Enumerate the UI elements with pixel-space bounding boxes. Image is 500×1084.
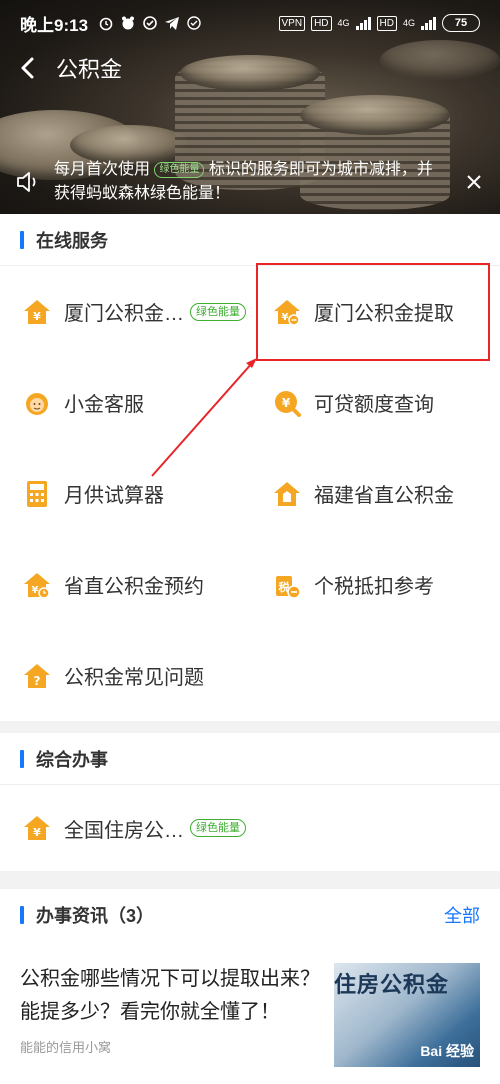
green-energy-badge: 绿色能量 (154, 162, 205, 178)
back-button[interactable] (0, 46, 56, 90)
news-section: 办事资讯（3） 全部 公积金哪些情况下可以提取出来？能提多少？看完你就全懂了！ … (0, 889, 500, 1084)
service-fujian-gjj[interactable]: 福建省直公积金 (250, 448, 500, 539)
check-circle-icon (143, 16, 157, 30)
page-title: 公积金 (56, 57, 123, 82)
service-faq[interactable]: ? 公积金常见问题 (0, 630, 250, 721)
svg-text:?: ? (34, 674, 41, 688)
notice-text: 每月首次使用 绿色能量 标识的服务即可为城市减排，并获得蚂蚁森林绿色能量！ (54, 161, 433, 202)
status-time: 晚上9:13 (20, 15, 89, 35)
close-icon (467, 175, 481, 189)
view-all-link[interactable]: 全部 (444, 902, 480, 928)
svg-text:¥: ¥ (282, 396, 291, 410)
battery-indicator: 75 (442, 14, 480, 32)
check-outline-icon (187, 16, 201, 30)
search-yen-icon: ¥ (275, 390, 301, 417)
service-loan-quota[interactable]: ¥ 可贷额度查询 (250, 357, 500, 448)
service-provincial-appointment[interactable]: ¥ 省直公积金预约 (0, 539, 250, 630)
section-title: 办事资讯（3） (36, 906, 155, 926)
news-title: 公积金哪些情况下可以提取出来？能提多少？看完你就全懂了！ (20, 968, 320, 1023)
network-type: 4G (337, 18, 350, 28)
notice-close-button[interactable] (448, 150, 500, 214)
watermark: Bai 经验 (420, 1043, 474, 1059)
news-item[interactable]: 公积金哪些情况下可以提取出来？能提多少？看完你就全懂了！ 能能的信用小窝 住房公… (0, 941, 500, 1067)
signal-icon (355, 16, 371, 30)
agent-avatar-icon (26, 392, 48, 415)
section-title: 在线服务 (36, 230, 108, 251)
calculator-icon (27, 480, 47, 507)
section-header: 综合办事 (0, 733, 500, 785)
alarm-icon (99, 17, 113, 31)
house-yen-icon: ¥ (24, 816, 50, 840)
house-yen-icon: ¥ (24, 299, 50, 324)
annotation-highlight-box (256, 263, 490, 361)
general-affairs-section: 综合办事 ¥ 全国住房公… 绿色能量 (0, 733, 500, 871)
svg-text:¥: ¥ (32, 585, 39, 596)
service-tax-deduction[interactable]: 税 个税抵扣参考 (250, 539, 500, 630)
hd-indicator: HD (311, 15, 332, 31)
green-energy-badge: 绿色能量 (190, 819, 246, 837)
signal-icon (421, 16, 436, 30)
section-title: 综合办事 (36, 749, 108, 770)
network-type: 4G (402, 18, 415, 28)
hd-indicator: HD (376, 15, 397, 31)
tax-icon: 税 (276, 575, 301, 599)
svg-text:¥: ¥ (33, 310, 41, 323)
header-banner: 晚上9:13 VPN HD 4G HD 4G 75 公积金 每月首次使用 绿色能… (0, 0, 500, 214)
speaker-icon (0, 150, 54, 214)
green-energy-badge: 绿色能量 (190, 302, 246, 321)
house-question-icon: ? (24, 663, 50, 688)
section-header: 办事资讯（3） 全部 (0, 889, 500, 941)
service-national-housing-fund[interactable]: ¥ 全国住房公… 绿色能量 (0, 785, 300, 871)
house-clock-icon: ¥ (24, 572, 50, 599)
service-payment-calculator[interactable]: 月供试算器 (0, 448, 250, 539)
pet-icon (122, 16, 135, 30)
news-source: 能能的信用小窝 (20, 1040, 112, 1055)
chevron-left-icon (21, 57, 34, 79)
section-header: 在线服务 (0, 214, 500, 266)
nav-bar: 公积金 (0, 46, 500, 90)
house-building-icon (274, 481, 300, 506)
news-thumbnail: 住房公积金 Bai 经验 (334, 963, 480, 1067)
svg-text:¥: ¥ (33, 826, 41, 839)
coin-decoration (300, 95, 450, 135)
service-xiamen-gjj[interactable]: ¥ 厦门公积金… 绿色能量 (0, 266, 250, 357)
status-bar: 晚上9:13 VPN HD 4G HD 4G 75 (0, 0, 500, 46)
telegram-icon (165, 17, 180, 30)
service-customer-service[interactable]: 小金客服 (0, 357, 250, 448)
vpn-indicator: VPN (278, 15, 306, 31)
notice-bar: 每月首次使用 绿色能量 标识的服务即可为城市减排，并获得蚂蚁森林绿色能量！ (0, 150, 500, 214)
